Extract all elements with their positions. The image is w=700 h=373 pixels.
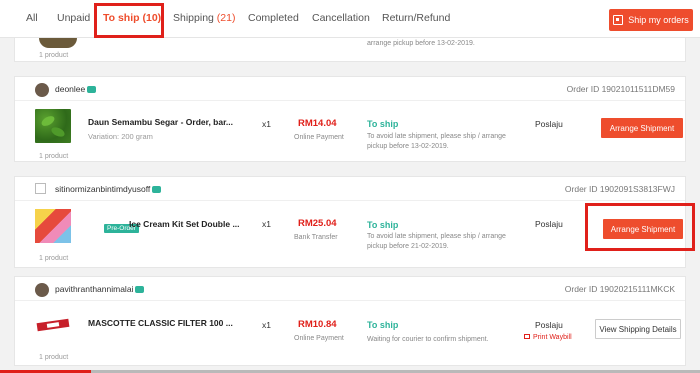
tab-highlight-box — [94, 3, 164, 38]
order-header: sitinormizanbintimdyusoff Order ID 19020… — [15, 177, 685, 201]
product-count: 1 product — [39, 354, 69, 361]
tab-shipping[interactable]: Shipping (21) — [173, 12, 235, 24]
payment-method: Online Payment — [294, 335, 344, 342]
price: RM10.84 — [298, 319, 337, 330]
print-waybill-link[interactable]: Print Waybill — [524, 334, 572, 341]
list-icon — [613, 15, 624, 25]
chat-icon[interactable] — [152, 186, 162, 193]
ship-note: arrange pickup before 13-02-2019. — [367, 40, 475, 47]
order-card-partial: 1 product arrange pickup before 13-02-20… — [14, 38, 686, 62]
tab-completed[interactable]: Completed — [248, 12, 299, 24]
ship-note: To avoid late shipment, please ship / ar… — [367, 233, 506, 250]
chat-icon[interactable] — [87, 86, 97, 93]
courier: Poslaju — [535, 219, 563, 229]
filter-box — [36, 318, 70, 332]
tab-return-refund[interactable]: Return/Refund — [382, 12, 450, 24]
buyer-username[interactable]: sitinormizanbintimdyusoff — [55, 184, 162, 194]
avatar — [35, 283, 49, 297]
payment-method: Online Payment — [294, 134, 344, 141]
arrange-shipment-button[interactable]: Arrange Shipment — [601, 118, 683, 138]
payment-method: Bank Transfer — [294, 234, 338, 241]
ship-note: To avoid late shipment, please ship / ar… — [367, 133, 506, 150]
quantity: x1 — [262, 320, 271, 330]
product-name[interactable]: Daun Semambu Segar - Order, bar... — [88, 117, 233, 127]
order-status: To ship — [367, 220, 399, 230]
order-id: Order ID 19021011511DM59 — [566, 84, 675, 94]
product-name[interactable]: Ice Cream Kit Set Double ... — [129, 219, 240, 229]
tab-count: (21) — [216, 12, 236, 24]
ship-my-orders-button[interactable]: Ship my orders — [609, 9, 693, 31]
price: RM25.04 — [298, 218, 337, 229]
product-name[interactable]: MASCOTTE CLASSIC FILTER 100 ... — [88, 318, 233, 328]
courier: Poslaju — [535, 320, 563, 330]
product-variation: Variation: 200 gram — [88, 132, 153, 141]
order-id: Order ID 19020215111MKCK — [564, 284, 675, 294]
quantity: x1 — [262, 119, 271, 129]
order-card: pavithranthannimalai Order ID 1902021511… — [14, 276, 686, 366]
buyer-username[interactable]: deonlee — [55, 84, 97, 94]
order-header: deonlee Order ID 19021011511DM59 — [15, 77, 685, 101]
ship-note: Waiting for courier to confirm shipment. — [367, 336, 489, 343]
order-id: Order ID 1902091S3813FWJ — [564, 184, 675, 194]
order-card: deonlee Order ID 19021011511DM59 1 produ… — [14, 76, 686, 162]
product-count: 1 product — [39, 52, 69, 59]
buyer-username[interactable]: pavithranthannimalai — [55, 284, 145, 294]
button-highlight-box — [585, 203, 695, 251]
chat-icon[interactable] — [135, 286, 145, 293]
tab-all[interactable]: All — [26, 12, 38, 24]
product-thumbnail[interactable] — [35, 307, 71, 341]
product-count: 1 product — [39, 153, 69, 160]
tab-unpaid[interactable]: Unpaid — [57, 12, 90, 24]
price: RM14.04 — [298, 118, 337, 129]
avatar — [35, 183, 46, 194]
product-thumbnail[interactable] — [35, 209, 71, 243]
order-header: pavithranthannimalai Order ID 1902021511… — [15, 277, 685, 301]
quantity: x1 — [262, 219, 271, 229]
order-status: To ship — [367, 119, 399, 129]
product-thumbnail — [39, 38, 77, 48]
avatar — [35, 83, 49, 97]
ship-my-orders-label: Ship my orders — [628, 15, 689, 25]
product-thumbnail[interactable] — [35, 109, 71, 143]
printer-icon — [524, 334, 530, 339]
order-status: To ship — [367, 320, 399, 330]
view-shipping-details-button[interactable]: View Shipping Details — [595, 319, 681, 339]
courier: Poslaju — [535, 119, 563, 129]
product-count: 1 product — [39, 255, 69, 262]
tab-cancellation[interactable]: Cancellation — [312, 12, 370, 24]
